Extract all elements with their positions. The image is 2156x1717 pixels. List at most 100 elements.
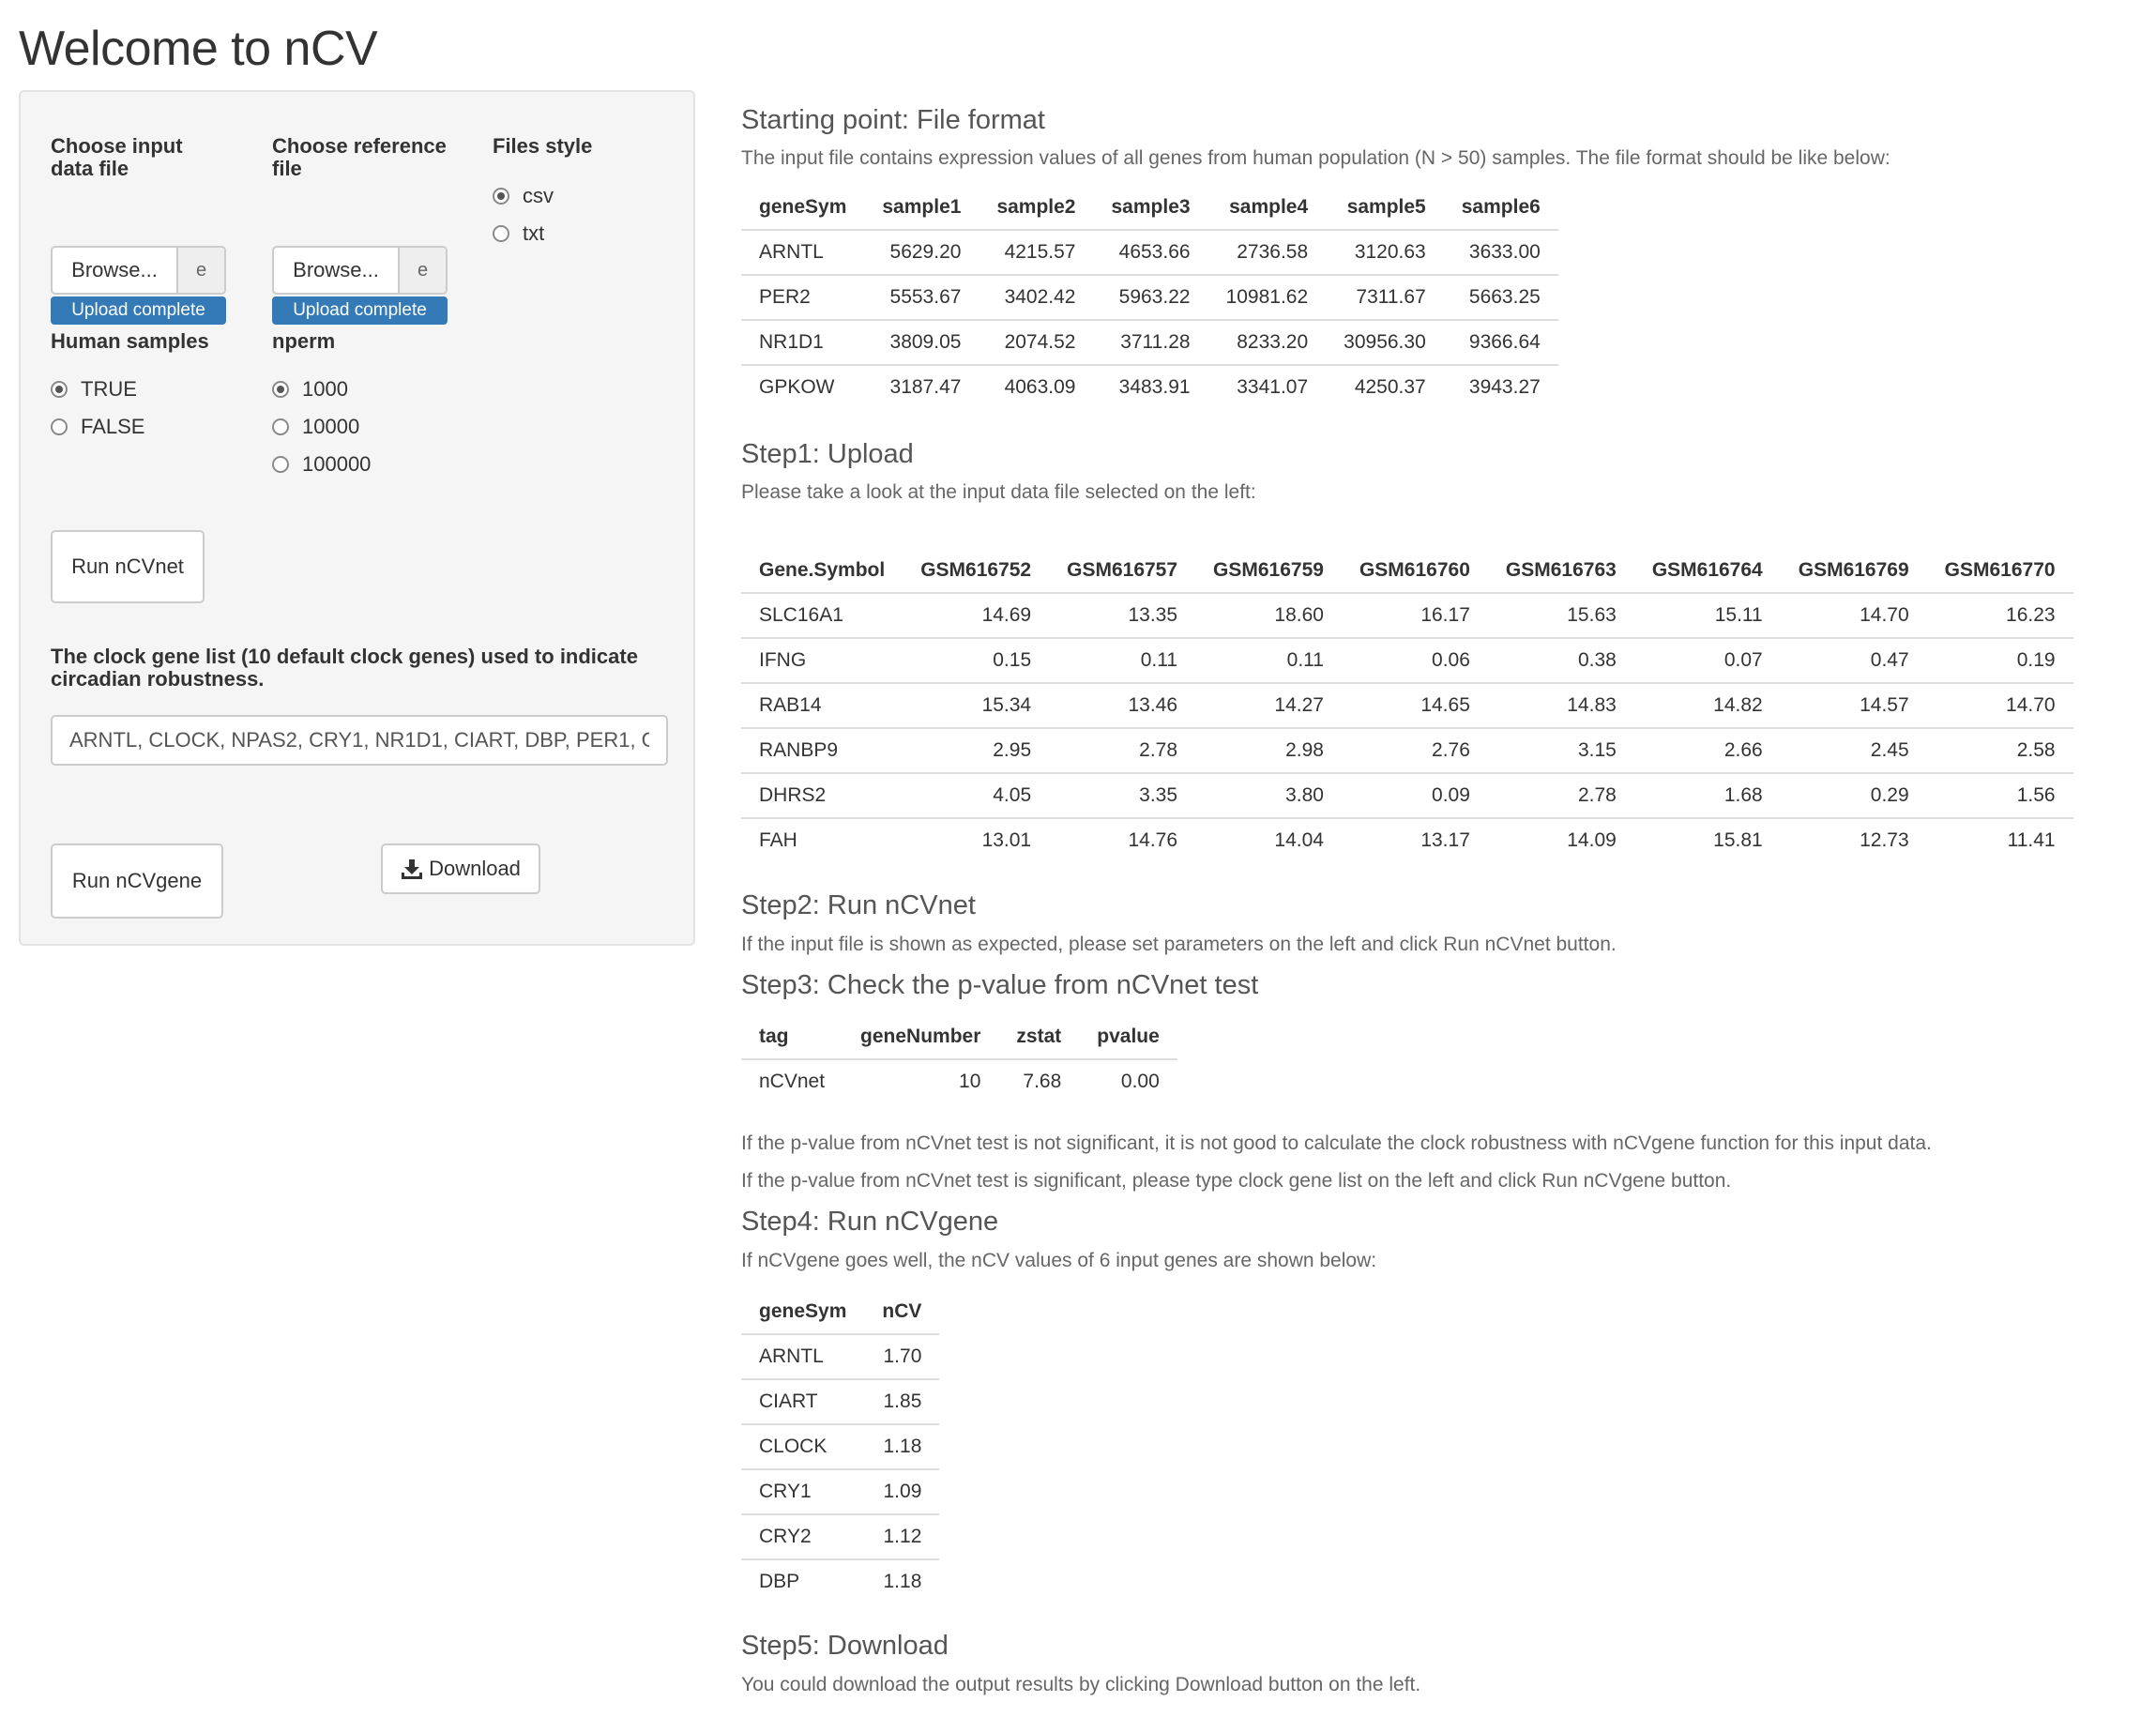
input-file-picker[interactable]: Browse... e <box>51 246 226 295</box>
input-browse-button[interactable]: Browse... <box>53 248 178 293</box>
table-cell: 3711.28 <box>1093 319 1208 365</box>
column-header: geneNumber <box>843 1015 999 1060</box>
column-header: sample6 <box>1443 186 1558 231</box>
table-cell: 3943.27 <box>1443 364 1558 409</box>
reference-file-picker[interactable]: Browse... e <box>272 246 448 295</box>
format-table-row: ARNTL 5629.20 4215.57 4653.66 2736.58 3120.63… <box>741 230 1558 275</box>
human-samples-option-false[interactable]: FALSE <box>51 415 144 439</box>
table-cell: 1.56 <box>1926 772 2073 818</box>
format-table-row: NR1D1 3809.05 2074.52 3711.28 8233.20 30956.3… <box>741 319 1558 365</box>
files-style-option-csv[interactable]: csv <box>493 184 554 208</box>
table-cell: 1.18 <box>864 1558 940 1603</box>
table-cell: PER2 <box>741 274 865 320</box>
input-file-group: Choose input data file Browse... e Uploa… <box>51 134 229 325</box>
nperm-1000-label: 1000 <box>302 377 348 401</box>
table-cell: 15.63 <box>1567 604 1617 626</box>
table-cell: DHRS2 <box>741 772 903 818</box>
input-upload-status: Upload complete <box>51 296 226 325</box>
download-button-label: Download <box>429 857 521 880</box>
column-header: geneSym <box>741 186 865 231</box>
table-cell: 2.76 <box>1341 727 1488 773</box>
table-cell: 14.70 <box>1926 682 2073 728</box>
table-cell: 9366.64 <box>1443 319 1558 365</box>
table-cell: CRY1 <box>741 1468 865 1514</box>
radio-unselected-icon[interactable] <box>272 418 289 435</box>
reference-file-group: Choose reference file Browse... e Upload… <box>272 135 450 325</box>
nperm-option-100000[interactable]: 100000 <box>272 452 371 477</box>
nperm-option-10000[interactable]: 10000 <box>272 415 359 439</box>
human-samples-true-label: TRUE <box>81 377 137 401</box>
column-header: GSM616759 <box>1195 549 1342 594</box>
ncvgene-table-row: ARNTL 1.70 <box>741 1334 939 1379</box>
column-header: sample3 <box>1093 186 1208 231</box>
nperm-10000-label: 10000 <box>302 415 360 438</box>
radio-unselected-icon[interactable] <box>51 418 68 435</box>
reference-upload-status: Upload complete <box>272 296 448 325</box>
table-cell: SLC16A1 <box>759 604 843 626</box>
radio-selected-icon[interactable] <box>51 381 68 398</box>
human-samples-label: Human samples <box>51 329 209 353</box>
download-button[interactable]: Download <box>381 843 540 894</box>
radio-selected-icon[interactable] <box>272 381 289 398</box>
reference-browse-button[interactable]: Browse... <box>274 248 400 293</box>
radio-unselected-icon[interactable] <box>272 456 289 473</box>
table-cell: 30956.30 <box>1326 319 1444 365</box>
table-cell: 13.17 <box>1341 817 1488 862</box>
table-cell: 3809.05 <box>864 319 979 365</box>
nperm-label: nperm <box>272 329 336 353</box>
input-file-label: Choose input data file <box>51 134 183 180</box>
format-table: geneSym sample1 sample2 sample3 sample4 sampl… <box>741 186 1558 409</box>
radio-selected-icon[interactable] <box>493 188 509 205</box>
table-cell: 1.09 <box>864 1468 940 1514</box>
table-cell: 0.29 <box>1780 772 1927 818</box>
radio-unselected-icon[interactable] <box>493 225 509 242</box>
clock-gene-list-input[interactable] <box>51 715 668 766</box>
column-header: tag <box>741 1015 843 1060</box>
column-header: GSM616757 <box>1049 549 1196 594</box>
files-style-option-txt[interactable]: txt <box>493 221 544 246</box>
table-cell: 14.65 <box>1341 682 1488 728</box>
upload-table-row: FAH 13.01 14.76 14.04 13.17 14.09 15.81 12.73 11… <box>741 817 2073 862</box>
table-cell: 1.85 <box>864 1378 940 1424</box>
table-cell: 13.46 <box>1049 682 1196 728</box>
table-cell: 14.69 <box>981 604 1032 626</box>
column-header: GSM616764 <box>1633 549 1781 594</box>
table-cell: 4215.57 <box>1004 241 1076 263</box>
input-file-name: e <box>178 248 224 293</box>
start-description: The input file contains expression value… <box>741 147 1890 169</box>
table-cell: 15.81 <box>1633 817 1781 862</box>
column-header: sample4 <box>1207 186 1327 231</box>
table-cell: 14.04 <box>1195 817 1342 862</box>
table-cell: 2.58 <box>1926 727 2073 773</box>
table-header-row: Gene.Symbol GSM616752 GSM616757 GSM616759 GS… <box>741 549 2073 594</box>
table-cell: 3.15 <box>1487 727 1634 773</box>
step3-note-not-significant: If the p-value from nCVnet test is not s… <box>741 1132 1932 1154</box>
step4-heading: Step4: Run nCVgene <box>741 1207 999 1237</box>
run-ncvgene-button[interactable]: Run nCVgene <box>51 843 223 919</box>
table-cell: 15.11 <box>1714 604 1763 626</box>
table-cell: nCVnet <box>759 1071 826 1092</box>
column-header: Gene.Symbol <box>741 549 903 594</box>
table-cell: 2.45 <box>1780 727 1927 773</box>
ncvnet-table: tag geneNumber zstat pvalue nCVnet 10 7.68 0.00 <box>741 1015 1177 1103</box>
table-cell: 10981.62 <box>1207 274 1327 320</box>
step3-note-significant: If the p-value from nCVnet test is signi… <box>741 1170 1732 1192</box>
column-header: sample1 <box>864 186 979 231</box>
table-cell: 0.15 <box>903 637 1050 683</box>
table-cell: 18.60 <box>1274 604 1324 626</box>
nperm-option-1000[interactable]: 1000 <box>272 377 348 402</box>
table-cell: 0.38 <box>1487 637 1634 683</box>
table-cell: 0.11 <box>1049 637 1196 683</box>
table-cell: ARNTL <box>759 241 824 263</box>
table-cell: 2.95 <box>903 727 1050 773</box>
table-cell: 3402.42 <box>979 274 1094 320</box>
human-samples-option-true[interactable]: TRUE <box>51 377 137 402</box>
table-cell: 14.09 <box>1487 817 1634 862</box>
step4-description: If nCVgene goes well, the nCV values of … <box>741 1250 1377 1271</box>
table-cell: 2.78 <box>1049 727 1196 773</box>
table-cell: 2.98 <box>1195 727 1342 773</box>
run-ncvnet-button[interactable]: Run nCVnet <box>51 530 205 603</box>
table-cell: 12.73 <box>1780 817 1927 862</box>
upload-table-row: IFNG 0.15 0.11 0.11 0.06 0.38 0.07 0.47 0.19 <box>741 637 2073 683</box>
download-icon <box>402 859 423 879</box>
